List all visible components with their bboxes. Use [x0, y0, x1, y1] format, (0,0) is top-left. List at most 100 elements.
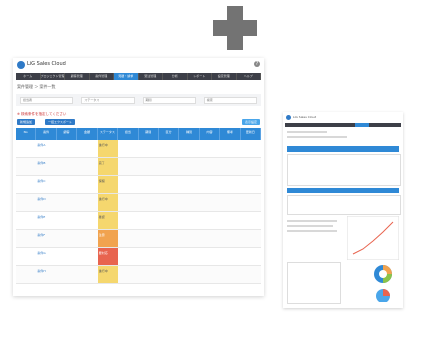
nav-item[interactable]: 案件管理 [90, 73, 114, 80]
status-badge: 完了 [97, 158, 119, 175]
nav-item[interactable]: ホーム [16, 73, 41, 80]
filter-field[interactable]: 検索 [203, 97, 257, 104]
nav-item[interactable]: 受注管理 [139, 73, 163, 80]
table-row[interactable]: 案件E 確認 [16, 212, 261, 230]
table-row[interactable]: 案件G 要対応 [16, 248, 261, 266]
table-cell [139, 230, 159, 247]
table-cell [179, 158, 199, 175]
column-header[interactable]: 期間 [139, 128, 159, 140]
table-cell [179, 194, 199, 211]
table-cell [179, 230, 199, 247]
help-icon[interactable]: ? [254, 61, 260, 67]
table-cell [241, 176, 261, 193]
column-header[interactable]: 更新日 [241, 128, 262, 140]
column-header[interactable]: 金額 [77, 128, 98, 140]
table-cell [77, 266, 97, 283]
table-cell [241, 248, 261, 265]
table-row[interactable]: 案件C 保留 [16, 176, 261, 194]
table-cell [159, 248, 179, 265]
breadcrumb: 案件管理 ＞ 案件一覧 [17, 84, 56, 89]
table-cell [159, 212, 179, 229]
table-cell-link[interactable]: 案件G [36, 248, 56, 265]
nav-item[interactable]: プロジェクト管理 [41, 73, 65, 80]
logo-icon [17, 61, 25, 69]
thumb-text-line [287, 225, 333, 227]
table-cell [139, 248, 159, 265]
table-cell [220, 140, 240, 157]
filter-field[interactable]: 期間 [142, 97, 196, 104]
table-cell [118, 158, 138, 175]
thumb-list [287, 262, 341, 304]
table-row[interactable]: 案件B 完了 [16, 158, 261, 176]
table-cell [220, 266, 240, 283]
table-row[interactable]: 案件A 進行中 [16, 140, 261, 158]
table-cell [16, 212, 36, 229]
table-cell [16, 158, 36, 175]
table-cell [16, 194, 36, 211]
column-header[interactable]: 案件 [36, 128, 57, 140]
table-cell [159, 140, 179, 157]
table-cell-link[interactable]: 案件B [36, 158, 56, 175]
table-cell [220, 176, 240, 193]
filter-field[interactable]: ステータス [81, 97, 135, 104]
column-header[interactable]: 区分 [159, 128, 180, 140]
table-cell [200, 194, 220, 211]
nav-item[interactable]: 分析 [163, 73, 188, 80]
column-header[interactable]: 種別 [179, 128, 200, 140]
column-header[interactable]: 備考 [220, 128, 241, 140]
status-badge: 進行中 [97, 194, 119, 211]
thumb-table-2 [287, 195, 401, 215]
thumb-pie-charts [374, 265, 392, 302]
table-cell [139, 212, 159, 229]
table-cell [220, 194, 240, 211]
table-cell [200, 230, 220, 247]
table-cell [118, 248, 138, 265]
table-cell [200, 266, 220, 283]
table-cell [159, 194, 179, 211]
table-cell-link[interactable]: 案件D [36, 194, 56, 211]
column-header[interactable]: 内容 [200, 128, 221, 140]
column-header[interactable]: 顧客 [57, 128, 78, 140]
nav-item[interactable]: 見積・請求 [114, 73, 139, 80]
filter-field[interactable]: 担当者 [20, 97, 74, 104]
table-cell [57, 230, 77, 247]
column-header[interactable]: No [16, 128, 37, 140]
column-header[interactable]: ステータス [98, 128, 119, 140]
nav-item[interactable]: 顧客管理 [65, 73, 90, 80]
table-cell [139, 266, 159, 283]
thumb-header-bar [287, 146, 399, 152]
table-cell-link[interactable]: 案件F [36, 230, 56, 247]
table-row[interactable]: 案件D 進行中 [16, 194, 261, 212]
table-cell [159, 266, 179, 283]
table-cell-link[interactable]: 案件A [36, 140, 56, 157]
table-cell [200, 140, 220, 157]
nav-item[interactable]: ヘルプ [237, 73, 261, 80]
status-badge: 注意 [97, 230, 119, 247]
filter-bar: 担当者 ステータス 期間 検索 [16, 94, 261, 106]
table-row[interactable]: 案件H 進行中 [16, 266, 261, 284]
table-cell-link[interactable]: 案件C [36, 176, 56, 193]
table-cell-link[interactable]: 案件E [36, 212, 56, 229]
add-button[interactable]: 新規追加 [17, 119, 36, 125]
nav-item[interactable]: レポート [188, 73, 212, 80]
table-cell [77, 140, 97, 157]
table-cell [179, 212, 199, 229]
table-cell [77, 158, 97, 175]
table-cell [139, 194, 159, 211]
table-cell [57, 248, 77, 265]
thumb-text-line [287, 131, 327, 133]
table-header: No 案件 顧客 金額 ステータス 担当 期間 区分 種別 内容 備考 更新日 [16, 128, 262, 140]
status-badge: 確認 [97, 212, 119, 229]
table-cell [179, 266, 199, 283]
table-cell [16, 176, 36, 193]
table-cell [118, 140, 138, 157]
table-cell [200, 176, 220, 193]
display-settings-button[interactable]: 表示設定 [241, 119, 260, 125]
export-button[interactable]: 一括エクスポート [45, 119, 75, 125]
column-header[interactable]: 担当 [118, 128, 139, 140]
table-cell [118, 212, 138, 229]
nav-item[interactable]: 設定管理 [212, 73, 237, 80]
table-cell-link[interactable]: 案件H [36, 266, 56, 283]
table-row[interactable]: 案件F 注意 [16, 230, 261, 248]
thumb-line-chart [347, 216, 399, 260]
